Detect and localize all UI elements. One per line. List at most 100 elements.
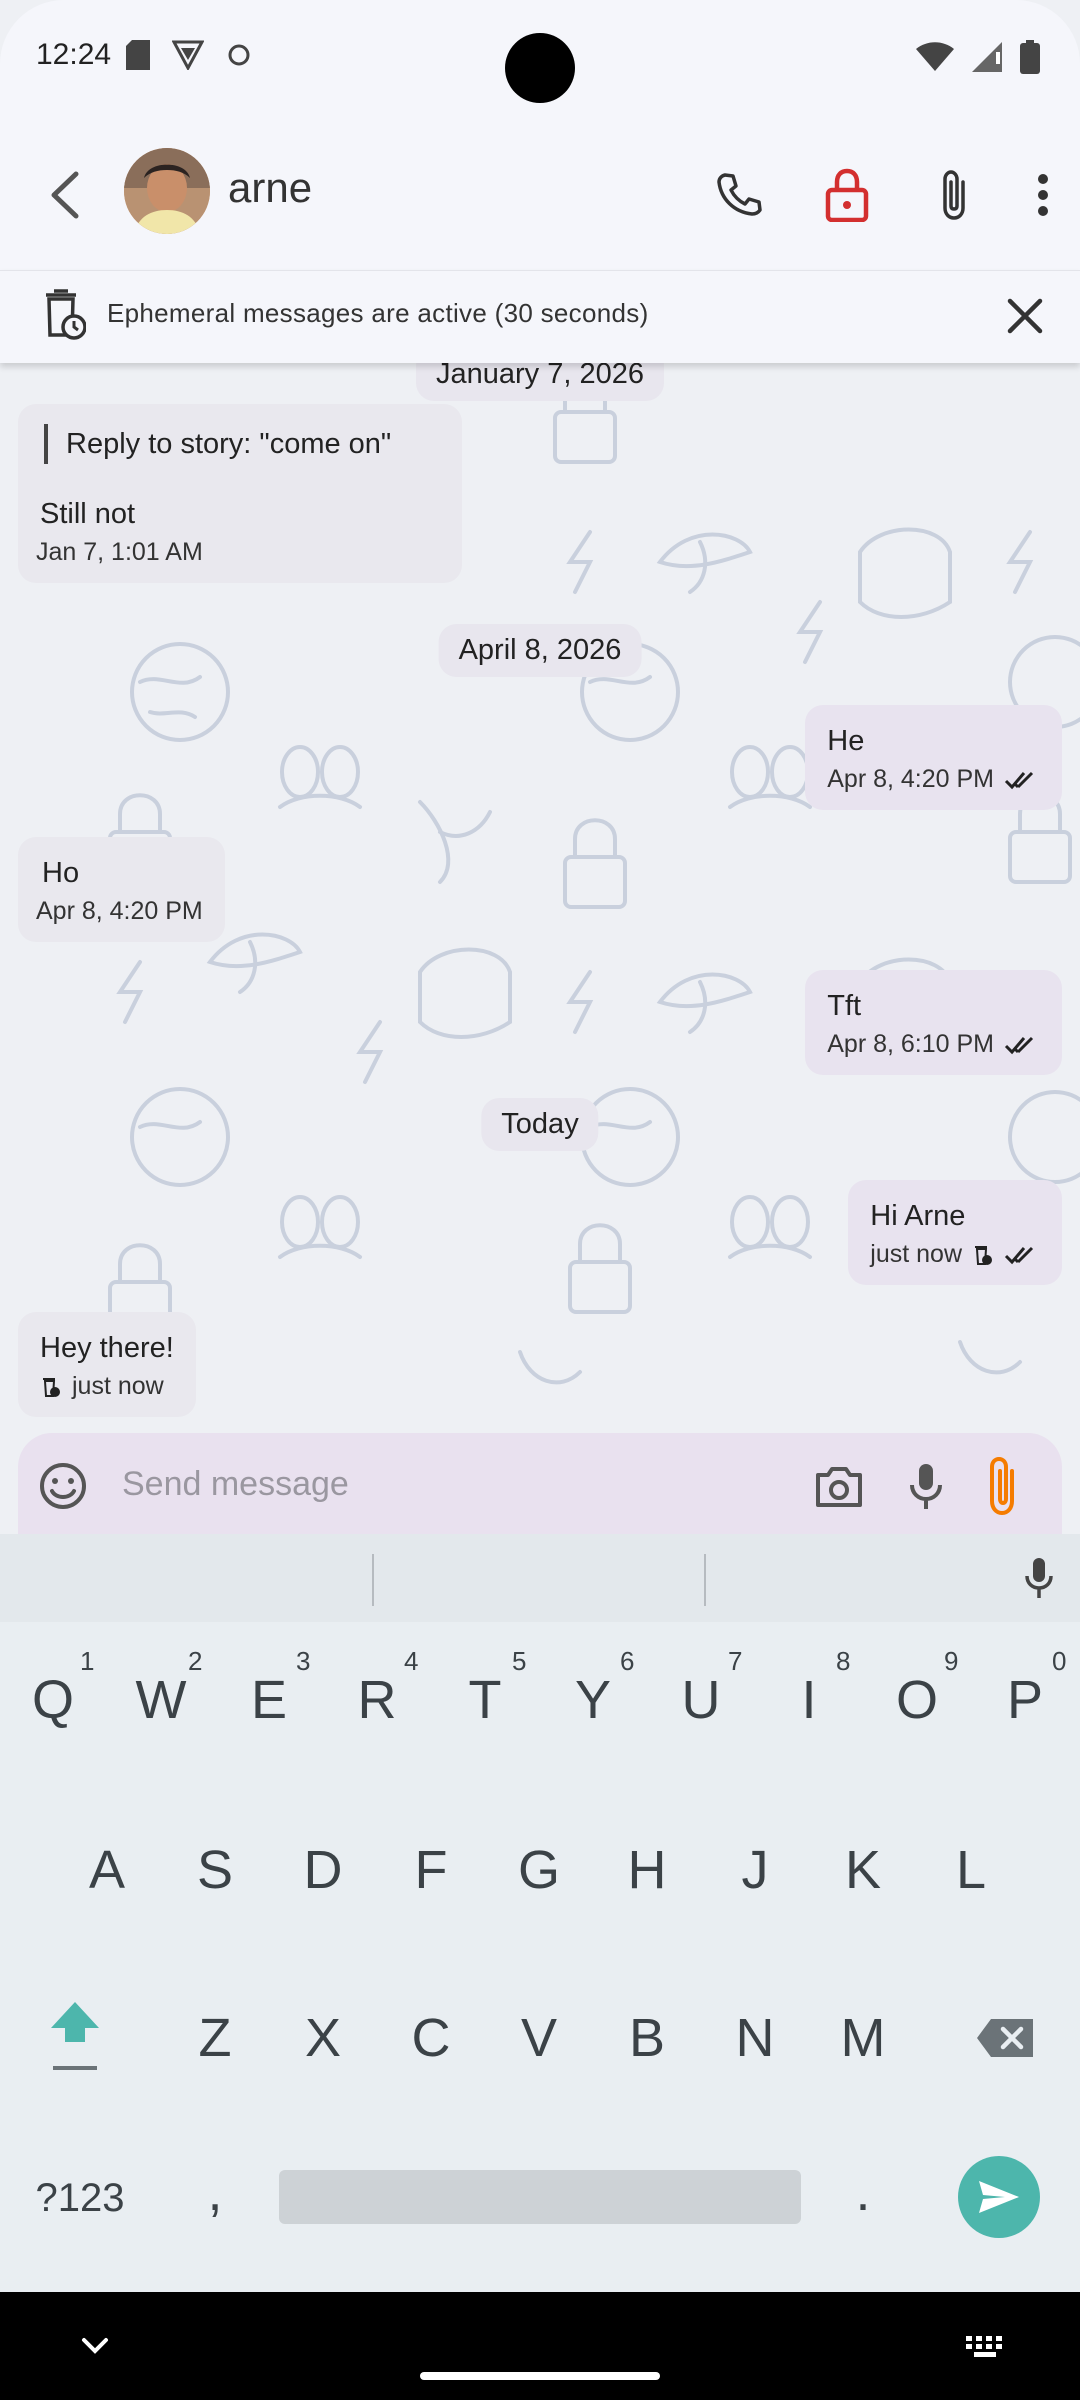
contact-name[interactable]: arne (228, 164, 312, 212)
message-meta: Jan 7, 1:01 AM (36, 538, 440, 567)
microphone-icon[interactable] (908, 1461, 944, 1513)
period-key[interactable]: . (818, 2137, 908, 2247)
ephemeral-timer-icon (43, 1377, 60, 1397)
date-separator: Today (481, 1098, 599, 1151)
key-hint: 0 (1052, 1646, 1067, 1676)
send-icon (979, 2181, 1019, 2213)
message-bubble-outgoing[interactable]: He Apr 8, 4:20 PM (805, 705, 1062, 810)
key-b[interactable]: B (602, 1983, 692, 2093)
key-s[interactable]: S (170, 1815, 260, 1925)
encryption-lock-button[interactable] (812, 160, 882, 230)
key-g[interactable]: G (494, 1815, 584, 1925)
message-time: just now (870, 1240, 962, 1268)
key-hint: 1 (80, 1646, 95, 1676)
message-time: Apr 8, 6:10 PM (827, 1030, 994, 1058)
key-l[interactable]: L (926, 1815, 1016, 1925)
camera-icon[interactable] (814, 1465, 864, 1509)
status-icons-right (916, 40, 1040, 74)
vpn-shield-icon (172, 40, 204, 70)
date-separator: January 7, 2026 (416, 362, 664, 401)
more-options-button[interactable] (1028, 160, 1058, 230)
message-bubble-incoming[interactable]: Reply to story: "come on" Still not Jan … (18, 404, 462, 583)
message-meta: just now (40, 1372, 174, 1401)
contact-avatar[interactable] (124, 148, 210, 234)
key-v[interactable]: V (494, 1983, 584, 2093)
message-text: Hi Arne (870, 1200, 966, 1232)
emoji-icon[interactable] (38, 1461, 88, 1511)
message-meta: Apr 8, 6:10 PM (827, 1030, 1040, 1059)
date-separator: April 8, 2026 (438, 624, 642, 677)
key-hint: 9 (944, 1646, 959, 1676)
key-d[interactable]: D (278, 1815, 368, 1925)
key-n[interactable]: N (710, 1983, 800, 2093)
more-vert-icon (1038, 174, 1048, 216)
call-icon (717, 173, 762, 216)
message-time: just now (72, 1372, 164, 1400)
lock-open-icon (825, 168, 869, 222)
suggestion-divider (704, 1554, 706, 1606)
send-button[interactable] (958, 2156, 1040, 2238)
shift-icon (51, 2002, 99, 2070)
key-x[interactable]: X (278, 1983, 368, 2093)
screen: 12:24 arne Ephemeral messages are active… (0, 0, 1080, 2400)
keyboard-switch-icon[interactable] (966, 2336, 1004, 2358)
message-bubble-incoming[interactable]: Hey there! just now (18, 1312, 196, 1417)
suggestion-strip (0, 1534, 1080, 1622)
camera-cutout (505, 33, 575, 103)
backspace-icon (977, 2019, 1033, 2057)
key-m[interactable]: M (818, 1983, 908, 2093)
key-k[interactable]: K (818, 1815, 908, 1925)
message-text: Tft (827, 990, 862, 1022)
delivered-check-icon (1004, 1246, 1034, 1264)
key-h[interactable]: H (602, 1815, 692, 1925)
navigation-bar (0, 2292, 1080, 2400)
key-hint: 6 (620, 1646, 635, 1676)
key-hint: 2 (188, 1646, 203, 1676)
attachment-icon (943, 170, 965, 220)
key-hint: 3 (296, 1646, 311, 1676)
key-z[interactable]: Z (170, 1983, 260, 2093)
key-c[interactable]: C (386, 1983, 476, 2093)
wifi-icon (916, 42, 954, 71)
message-meta: Apr 8, 4:20 PM (827, 765, 1040, 794)
ephemeral-timer-icon (46, 289, 86, 340)
back-arrow-icon[interactable] (42, 168, 92, 222)
suggestion-divider (372, 1554, 374, 1606)
message-bubble-outgoing[interactable]: Tft Apr 8, 6:10 PM (805, 970, 1062, 1075)
backspace-key[interactable] (960, 1983, 1050, 2093)
message-meta: Apr 8, 4:20 PM (36, 897, 203, 926)
home-indicator[interactable] (420, 2372, 660, 2380)
key-a[interactable]: A (62, 1815, 152, 1925)
signal-icon (972, 42, 1002, 72)
message-list[interactable]: January 7, 2026 Reply to story: "come on… (0, 362, 1080, 1542)
chevron-down-icon[interactable] (80, 2336, 110, 2356)
message-bubble-outgoing[interactable]: Hi Arne just now (848, 1180, 1062, 1285)
header-actions (704, 160, 1058, 230)
attachment-icon[interactable] (984, 1455, 1022, 1517)
reply-quote[interactable]: Reply to story: "come on" (44, 424, 440, 464)
key-j[interactable]: J (710, 1815, 800, 1925)
symbols-key[interactable]: ?123 (10, 2143, 150, 2253)
comma-key[interactable]: , (170, 2137, 260, 2247)
message-meta: just now (870, 1240, 1040, 1269)
attach-button[interactable] (920, 160, 990, 230)
battery-icon (1020, 40, 1040, 74)
ephemeral-timer-icon (975, 1245, 992, 1265)
message-text: He (827, 725, 865, 757)
message-composer: Send message (18, 1433, 1062, 1543)
space-key[interactable] (279, 2170, 801, 2224)
close-icon[interactable] (1000, 291, 1050, 341)
message-time: Jan 7, 1:01 AM (36, 538, 203, 566)
call-button[interactable] (704, 160, 774, 230)
delivered-check-icon (1004, 1036, 1034, 1054)
shift-key[interactable] (30, 1979, 120, 2089)
message-text: Still not (40, 498, 136, 530)
circle-status-icon (228, 44, 250, 66)
voice-input-icon[interactable] (1024, 1556, 1054, 1600)
key-f[interactable]: F (386, 1815, 476, 1925)
key-hint: 4 (404, 1646, 419, 1676)
delivered-check-icon (1004, 771, 1034, 789)
message-bubble-incoming[interactable]: Ho Apr 8, 4:20 PM (18, 837, 225, 942)
message-text: Ho (42, 857, 80, 889)
message-input[interactable]: Send message (122, 1465, 349, 1504)
